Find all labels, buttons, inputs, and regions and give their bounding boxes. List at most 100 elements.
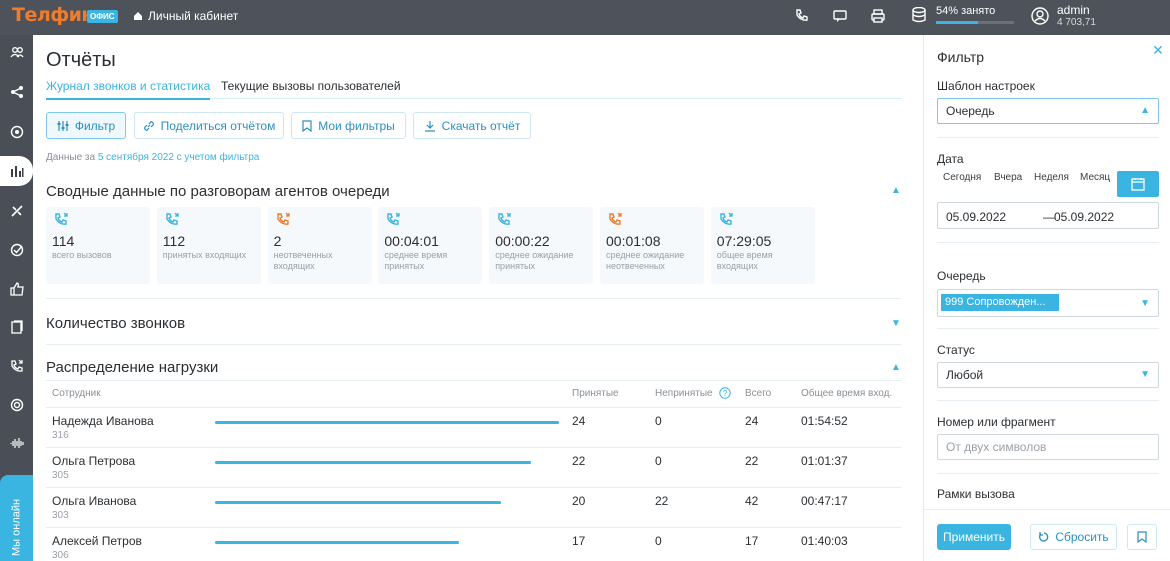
bookmark-icon (1137, 531, 1147, 543)
calendar-button[interactable] (1117, 171, 1159, 197)
card-value: 112 (162, 233, 186, 249)
cabinet-label: Личный кабинет (148, 9, 239, 23)
my-filters-button[interactable]: Мои фильтры (291, 112, 406, 139)
missed-cell: 0 (655, 534, 662, 548)
divider (46, 344, 901, 345)
chevron-up-icon[interactable]: ▲ (891, 362, 901, 373)
storage-widget[interactable]: 54% занято (912, 5, 1014, 24)
card-label: неотвеченных входящих (273, 250, 333, 271)
col-total[interactable]: Всего (745, 388, 771, 399)
cabinet-link[interactable]: Личный кабинет (133, 9, 238, 23)
user-menu[interactable]: admin 4 703,71 (1031, 3, 1096, 28)
panel-footer: Применить Сбросить (924, 509, 1170, 561)
employee-name: Алексей Петров (52, 534, 142, 548)
close-icon[interactable]: ✕ (1149, 41, 1167, 59)
divider (937, 400, 1159, 401)
settings-icon[interactable] (0, 117, 33, 147)
callback-icon[interactable] (0, 351, 33, 381)
time-cell: 01:54:52 (801, 414, 848, 428)
summary-card: 114 всего вызовов (46, 207, 150, 284)
download-report-button[interactable]: Скачать отчёт (413, 112, 531, 139)
card-value: 07:29:05 (716, 233, 772, 249)
filter-button[interactable]: Фильтр (46, 112, 126, 139)
period-today[interactable]: Сегодня (943, 172, 981, 183)
wave-icon[interactable] (0, 428, 33, 458)
tab-call-log[interactable]: Журнал звонков и статистика (46, 79, 211, 100)
user-name: admin (1057, 3, 1090, 17)
table-row[interactable]: Надежда Иванова 316 24 0 24 01:54:52 (46, 407, 901, 447)
template-label: Шаблон настроек (937, 79, 1035, 93)
col-missed[interactable]: Непринятые (655, 388, 713, 399)
reset-icon (1039, 532, 1049, 542)
date-to[interactable]: 05.09.2022 (1054, 210, 1114, 224)
divider (937, 242, 1159, 243)
tools-icon[interactable] (0, 196, 33, 226)
employee-ext: 303 (52, 510, 69, 521)
total-cell: 24 (745, 414, 759, 428)
table-row[interactable]: Ольга Иванова 303 20 22 42 00:47:17 (46, 487, 901, 527)
col-employee[interactable]: Сотрудник (52, 388, 101, 399)
accepted-cell: 22 (572, 454, 586, 468)
like-icon[interactable] (0, 274, 33, 304)
date-highlight[interactable]: 5 сентября 2022 с учетом фильтра (98, 152, 260, 163)
chevron-down-icon: ▼ (1140, 298, 1150, 309)
home-icon (134, 12, 142, 20)
number-input[interactable]: От двух символов (937, 434, 1159, 460)
card-value: 00:01:08 (606, 233, 661, 249)
table-row[interactable]: Алексей Петров 306 17 0 17 01:40:03 (46, 527, 901, 561)
period-yesterday[interactable]: Вчера (994, 172, 1022, 183)
accepted-cell: 20 (572, 494, 586, 508)
total-cell: 42 (745, 494, 759, 508)
queue-tag[interactable]: 999 Сопровожден... (941, 294, 1059, 311)
card-label: среднее ожидание неотвеченных (606, 250, 685, 271)
reset-button[interactable]: Сбросить (1030, 524, 1117, 550)
load-section-title[interactable]: Распределение нагрузки (46, 359, 218, 376)
check-icon[interactable] (0, 235, 33, 265)
printer-icon[interactable] (870, 8, 886, 24)
bookmark-icon (302, 119, 312, 132)
help-icon[interactable]: ? (719, 387, 731, 399)
table-row[interactable]: Ольга Петрова 305 22 0 22 01:01:37 (46, 447, 901, 487)
card-value: 00:00:22 (495, 233, 550, 249)
tab-current-calls[interactable]: Текущие вызовы пользователей (221, 79, 401, 98)
summary-section-title[interactable]: Сводные данные по разговорам агентов оче… (46, 183, 390, 200)
chevron-up-icon[interactable]: ▲ (891, 185, 901, 196)
support-icon[interactable] (0, 390, 33, 420)
card-value: 00:04:01 (384, 233, 439, 249)
main-content: Отчёты Журнал звонков и статистика Текущ… (33, 35, 923, 561)
logo-badge: ОФИС (87, 10, 118, 23)
date-from[interactable]: 05.09.2022 (946, 210, 1006, 224)
total-cell: 17 (745, 534, 759, 548)
queue-select[interactable]: 999 Сопровожден... ▼ (937, 289, 1159, 317)
template-select[interactable]: Очередь ▲ (937, 98, 1159, 124)
phone-icon[interactable] (794, 8, 810, 24)
time-cell: 00:47:17 (801, 494, 848, 508)
frames-label: Рамки вызова (937, 487, 1015, 501)
logo[interactable]: Телфин (12, 4, 95, 26)
routing-icon[interactable] (0, 77, 33, 107)
online-chat-tab[interactable]: Мы онлайн (0, 475, 33, 561)
sliders-icon (57, 120, 69, 131)
share-report-button[interactable]: Поделиться отчётом (134, 112, 284, 139)
user-icon (1031, 6, 1049, 25)
calls-section-title[interactable]: Количество звонков (46, 315, 185, 332)
col-time[interactable]: Общее время вход. (801, 388, 892, 399)
call-stat-icon (387, 212, 401, 225)
period-month[interactable]: Месяц (1080, 172, 1110, 183)
bookmark-button[interactable] (1127, 524, 1157, 550)
card-value: 114 (52, 233, 75, 249)
apply-button[interactable]: Применить (937, 524, 1011, 550)
contacts-icon[interactable] (0, 37, 33, 67)
employee-name: Ольга Иванова (52, 494, 137, 508)
col-accepted[interactable]: Принятые (572, 388, 619, 399)
date-range-field[interactable]: 05.09.2022 — 05.09.2022 (937, 202, 1159, 229)
employee-name: Надежда Иванова (52, 414, 154, 428)
reports-icon[interactable] (0, 156, 33, 186)
docs-icon[interactable] (0, 312, 33, 342)
filter-button-label: Фильтр (74, 118, 116, 133)
period-week[interactable]: Неделя (1034, 172, 1069, 183)
status-select[interactable]: Любой ▼ (937, 362, 1159, 388)
divider (937, 137, 1159, 138)
chevron-down-icon[interactable]: ▼ (891, 318, 901, 329)
chat-icon[interactable] (832, 8, 848, 24)
